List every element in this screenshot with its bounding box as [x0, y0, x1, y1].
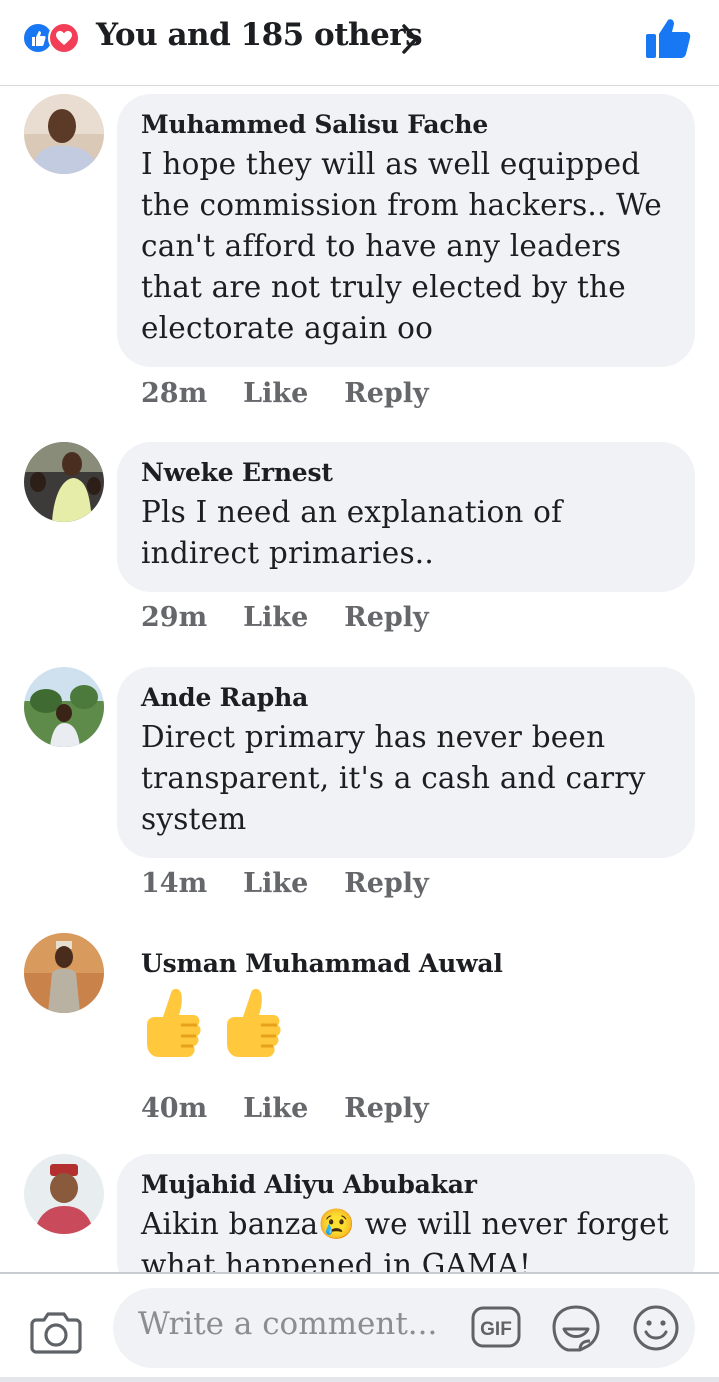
comment-author[interactable]: Nweke Ernest: [141, 458, 671, 488]
comment-text: Pls I need an explanation of indirect pr…: [141, 495, 563, 570]
reply-link[interactable]: Reply: [344, 868, 428, 899]
like-link[interactable]: Like: [243, 1093, 308, 1124]
love-reaction-icon: [48, 22, 80, 54]
comment-text: I hope they will as well equipped the co…: [141, 147, 662, 345]
comment-bubble: Ande Rapha Direct primary has never been…: [117, 667, 695, 858]
thumbs-up-emoji: [147, 988, 201, 1057]
comment-bubble: Muhammed Salisu Fache I hope they will a…: [117, 94, 695, 367]
comment-actions: 40m Like Reply: [141, 1093, 465, 1124]
comment-author[interactable]: Muhammed Salisu Fache: [141, 110, 671, 140]
thumbs-up-emoji: [227, 988, 281, 1057]
comment-actions: 29m Like Reply: [141, 602, 465, 633]
comment-author[interactable]: Usman Muhammad Auwal: [141, 949, 671, 979]
emoji-row: [141, 985, 671, 1061]
comment-actions: 28m Like Reply: [141, 378, 465, 409]
comment-time: 40m: [141, 1093, 208, 1124]
reaction-icons[interactable]: [22, 22, 88, 54]
avatar[interactable]: [24, 667, 104, 747]
thumbs-up-icon[interactable]: [644, 16, 692, 60]
comment-author[interactable]: Ande Rapha: [141, 683, 671, 713]
like-link[interactable]: Like: [243, 378, 308, 409]
comment-time: 14m: [141, 868, 208, 899]
emoji-icon[interactable]: [632, 1304, 680, 1352]
gif-icon[interactable]: GIF: [471, 1306, 521, 1348]
like-link[interactable]: Like: [243, 868, 308, 899]
reactions-header: You and 185 others: [0, 0, 719, 86]
reactions-summary[interactable]: You and 185 others: [96, 17, 423, 53]
chevron-right-icon[interactable]: [396, 22, 424, 56]
comment-bubble: Usman Muhammad Auwal: [117, 933, 695, 1079]
avatar[interactable]: [24, 94, 104, 174]
comment-input-placeholder[interactable]: Write a comment...: [138, 1306, 437, 1342]
comment-text: Direct primary has never been transparen…: [141, 720, 646, 836]
avatar[interactable]: [24, 933, 104, 1013]
reply-link[interactable]: Reply: [344, 378, 428, 409]
comment-composer: Write a comment... GIF: [0, 1272, 719, 1382]
camera-icon[interactable]: [30, 1306, 82, 1354]
reply-link[interactable]: Reply: [344, 602, 428, 633]
avatar[interactable]: [24, 1154, 104, 1234]
avatar[interactable]: [24, 442, 104, 522]
bottom-divider: [0, 1377, 719, 1382]
comment-time: 28m: [141, 378, 208, 409]
comment-time: 29m: [141, 602, 208, 633]
reply-link[interactable]: Reply: [344, 1093, 428, 1124]
comment-author[interactable]: Mujahid Aliyu Abubakar: [141, 1170, 671, 1200]
gif-label: GIF: [480, 1319, 512, 1340]
like-link[interactable]: Like: [243, 602, 308, 633]
comment-actions: 14m Like Reply: [141, 868, 465, 899]
sticker-icon[interactable]: [550, 1303, 602, 1353]
comment-bubble: Nweke Ernest Pls I need an explanation o…: [117, 442, 695, 592]
